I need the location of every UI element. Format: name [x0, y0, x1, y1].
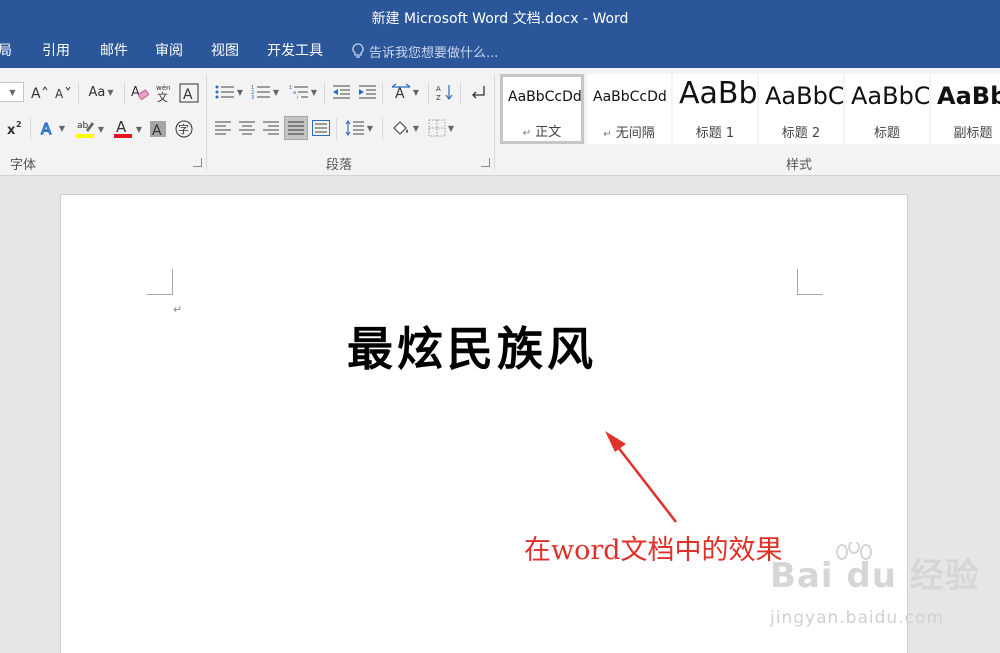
watermark-url: jingyan.baidu.com: [770, 608, 944, 628]
annotation-text: 在word文档中的效果: [524, 535, 783, 566]
baidu-paw-icon: [836, 542, 872, 560]
baidu-jingyan-watermark: Bai du 经验 jingyan.baidu.com: [770, 542, 994, 648]
